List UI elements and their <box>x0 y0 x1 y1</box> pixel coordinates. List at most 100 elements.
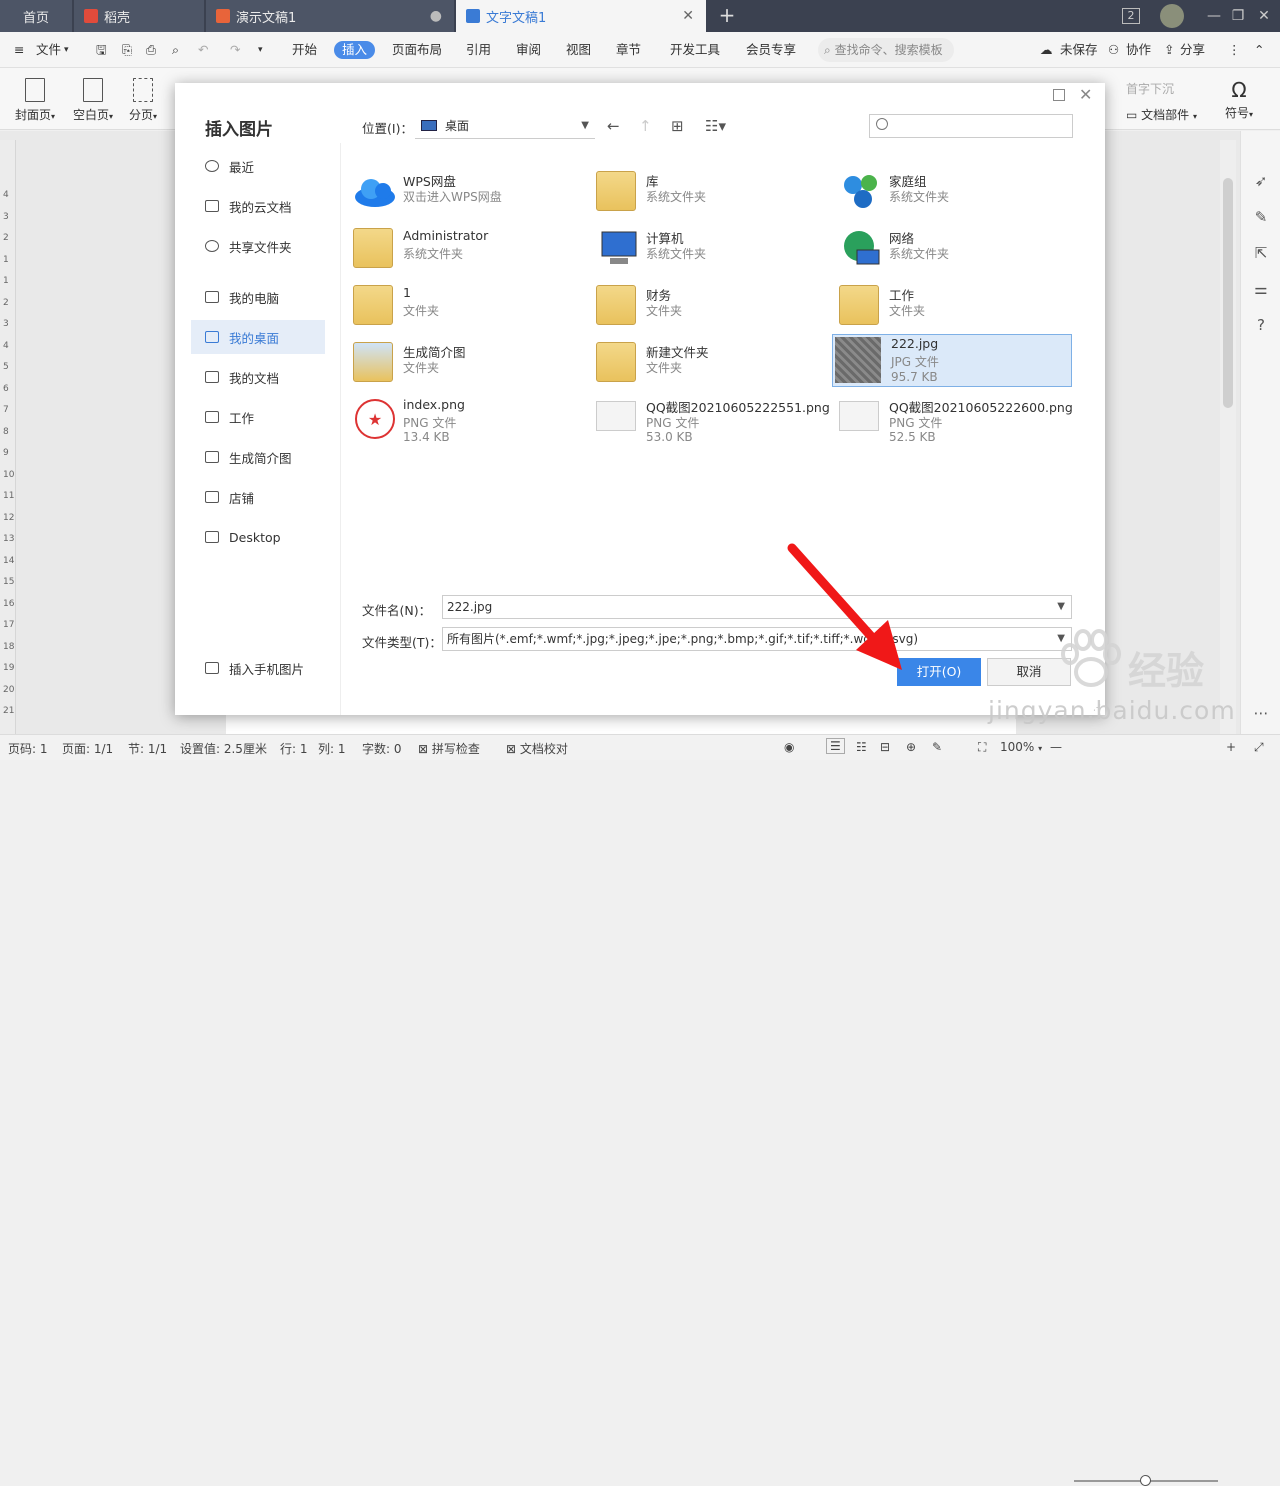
tab-close-icon[interactable]: ✕ <box>682 8 694 24</box>
file-item-computer[interactable]: 计算机 系统文件夹 <box>588 222 818 272</box>
file-item-homegroup[interactable]: 家庭组 系统文件夹 <box>831 165 1061 215</box>
sidebar-item-computer[interactable]: 我的电脑 <box>191 280 325 314</box>
sidebar-item-cloud[interactable]: 我的云文档 <box>191 189 325 223</box>
sidebar-item-desktop[interactable]: 我的桌面 <box>191 320 325 354</box>
menu-layout[interactable]: 页面布局 <box>392 41 442 59</box>
menu-file[interactable]: 文件 <box>36 41 61 59</box>
outline-view-icon[interactable]: ☷ <box>856 740 867 754</box>
menu-insert[interactable]: 插入 <box>334 41 376 59</box>
dialog-search-input[interactable] <box>869 114 1073 138</box>
sidebar-item-work[interactable]: 工作 <box>191 400 325 434</box>
quick-access-dropdown-icon[interactable]: ▾ <box>258 41 263 59</box>
zoom-in-icon[interactable]: + <box>1226 740 1236 754</box>
zoom-slider-thumb[interactable] <box>1140 1475 1151 1486</box>
sidebar-item-shared[interactable]: 共享文件夹 <box>191 229 325 263</box>
sliders-icon[interactable]: ⚌ <box>1251 279 1271 299</box>
file-item-intro[interactable]: 生成简介图 文件夹 <box>345 336 575 386</box>
sidebar-item-recent[interactable]: 最近 <box>191 149 325 183</box>
file-item-new-folder[interactable]: 新建文件夹 文件夹 <box>588 336 818 386</box>
more-icon[interactable]: ⋮ <box>1228 41 1241 59</box>
print-icon[interactable]: ⎙ <box>146 41 156 59</box>
cover-page-button[interactable]: 封面页▾ <box>10 78 60 123</box>
zoom-level[interactable]: 100% ▾ <box>1000 740 1042 754</box>
drop-cap-button[interactable]: 首字下沉 <box>1126 80 1174 97</box>
new-tab-button[interactable]: + <box>716 4 738 28</box>
sidebar-item-shop[interactable]: 店铺 <box>191 480 325 514</box>
print-preview-icon[interactable]: ⌕ <box>172 41 179 59</box>
tab-presentation[interactable]: 演示文稿1 ● <box>206 0 454 32</box>
sidebar-item-desktop-en[interactable]: Desktop <box>191 520 325 554</box>
window-count-badge[interactable]: 2 <box>1122 8 1140 24</box>
collab-button[interactable]: 协作 <box>1126 41 1151 59</box>
undo-icon[interactable]: ↶ <box>198 41 208 59</box>
help-icon[interactable]: ? <box>1251 315 1271 335</box>
file-item-work[interactable]: 工作 文件夹 <box>831 279 1061 329</box>
symbol-button[interactable]: Ω 符号▾ <box>1214 78 1264 121</box>
filename-input[interactable]: 222.jpg ▼ <box>442 595 1072 619</box>
spell-check-button[interactable]: ⊠ 拼写检查 <box>418 740 480 757</box>
minimize-icon[interactable]: — <box>1204 6 1224 26</box>
tab-document[interactable]: 文字文稿1 ✕ <box>456 0 706 32</box>
command-search[interactable]: ⌕ 查找命令、搜索模板 <box>818 38 954 62</box>
view-mode-icon[interactable]: ☷▾ <box>705 117 726 135</box>
chevron-down-icon[interactable]: ▾ <box>64 41 69 59</box>
avatar[interactable] <box>1160 4 1184 28</box>
new-folder-icon[interactable]: ⊞ <box>671 117 684 135</box>
fullscreen-icon[interactable]: ⤢ <box>1254 740 1264 755</box>
cancel-button[interactable]: 取消 <box>987 658 1071 686</box>
maximize-icon[interactable] <box>1053 89 1065 101</box>
insert-phone-picture-button[interactable]: 插入手机图片 <box>191 651 325 685</box>
up-arrow-icon[interactable]: ↑ <box>639 117 652 135</box>
menu-developer[interactable]: 开发工具 <box>670 41 720 59</box>
tab-dot-icon[interactable]: ● <box>430 8 442 24</box>
file-item-qq-screenshot-1[interactable]: QQ截图20210605222551.png PNG 文件 53.0 KB <box>588 391 830 444</box>
scrollbar-thumb[interactable] <box>1223 178 1233 408</box>
menu-chapter[interactable]: 章节 <box>616 41 641 59</box>
file-item-index-png[interactable]: ★ index.png PNG 文件 13.4 KB <box>345 391 575 444</box>
blank-page-button[interactable]: 空白页▾ <box>68 78 118 123</box>
file-item-qq-screenshot-2[interactable]: QQ截图20210605222600.png PNG 文件 52.5 KB <box>831 391 1073 444</box>
dialog-close-icon[interactable]: ✕ <box>1079 85 1092 104</box>
proofread-button[interactable]: ⊠ 文档校对 <box>506 740 568 757</box>
web-view-icon[interactable]: ⊕ <box>906 740 916 754</box>
menu-start[interactable]: 开始 <box>292 41 317 59</box>
resize-grip-icon[interactable]: ⋰ <box>1093 703 1101 712</box>
location-dropdown[interactable]: 桌面 ▼ <box>415 113 595 139</box>
menu-reference[interactable]: 引用 <box>466 41 491 59</box>
pen-mode-icon[interactable]: ✎ <box>932 740 942 754</box>
cursor-icon[interactable]: ⇱ <box>1251 243 1271 263</box>
file-item-library[interactable]: 库 系统文件夹 <box>588 165 818 215</box>
tab-daoke[interactable]: 稻壳 <box>74 0 204 32</box>
status-words[interactable]: 字数: 0 <box>362 740 402 757</box>
collapse-ribbon-icon[interactable]: ⌃ <box>1254 41 1264 59</box>
eye-icon[interactable]: ◉ <box>784 740 794 754</box>
page-break-button[interactable]: 分页▾ <box>118 78 168 123</box>
back-arrow-icon[interactable]: ← <box>607 117 620 135</box>
sidebar-item-intro[interactable]: 生成简介图 <box>191 440 325 474</box>
tab-home[interactable]: 首页 <box>0 0 72 32</box>
file-item-222-jpg[interactable]: 222.jpg JPG 文件 95.7 KB <box>832 334 1072 387</box>
menu-view[interactable]: 视图 <box>566 41 591 59</box>
fit-page-icon[interactable]: ⛶ <box>978 740 986 755</box>
hamburger-icon[interactable]: ≡ <box>14 41 24 59</box>
reading-view-icon[interactable]: ⊟ <box>880 740 890 754</box>
save-icon[interactable]: 🖫 <box>96 41 107 59</box>
unsaved-button[interactable]: 未保存 <box>1060 41 1098 59</box>
menu-member[interactable]: 会员专享 <box>746 41 796 59</box>
window-close-icon[interactable]: ✕ <box>1254 6 1274 26</box>
doc-parts-button[interactable]: ▭ 文档部件 ▾ <box>1126 106 1197 123</box>
filetype-select[interactable]: 所有图片(*.emf;*.wmf;*.jpg;*.jpeg;*.jpe;*.pn… <box>442 627 1072 651</box>
page-view-icon[interactable]: ☰ <box>826 738 845 754</box>
menu-review[interactable]: 审阅 <box>516 41 541 59</box>
file-item-folder-1[interactable]: 1 文件夹 <box>345 279 575 329</box>
file-item-administrator[interactable]: Administrator 系统文件夹 <box>345 222 575 272</box>
file-item-finance[interactable]: 财务 文件夹 <box>588 279 818 329</box>
sidebar-item-documents[interactable]: 我的文档 <box>191 360 325 394</box>
more-dots-icon[interactable]: ⋯ <box>1251 703 1271 723</box>
share-button[interactable]: 分享 <box>1180 41 1205 59</box>
zoom-out-icon[interactable]: — <box>1050 740 1062 754</box>
file-item-network[interactable]: 网络 系统文件夹 <box>831 222 1061 272</box>
pen-icon[interactable]: ✎ <box>1251 207 1271 227</box>
file-item-wps-drive[interactable]: WPS网盘 双击进入WPS网盘 <box>345 165 575 215</box>
rocket-icon[interactable]: ➶ <box>1251 171 1271 191</box>
